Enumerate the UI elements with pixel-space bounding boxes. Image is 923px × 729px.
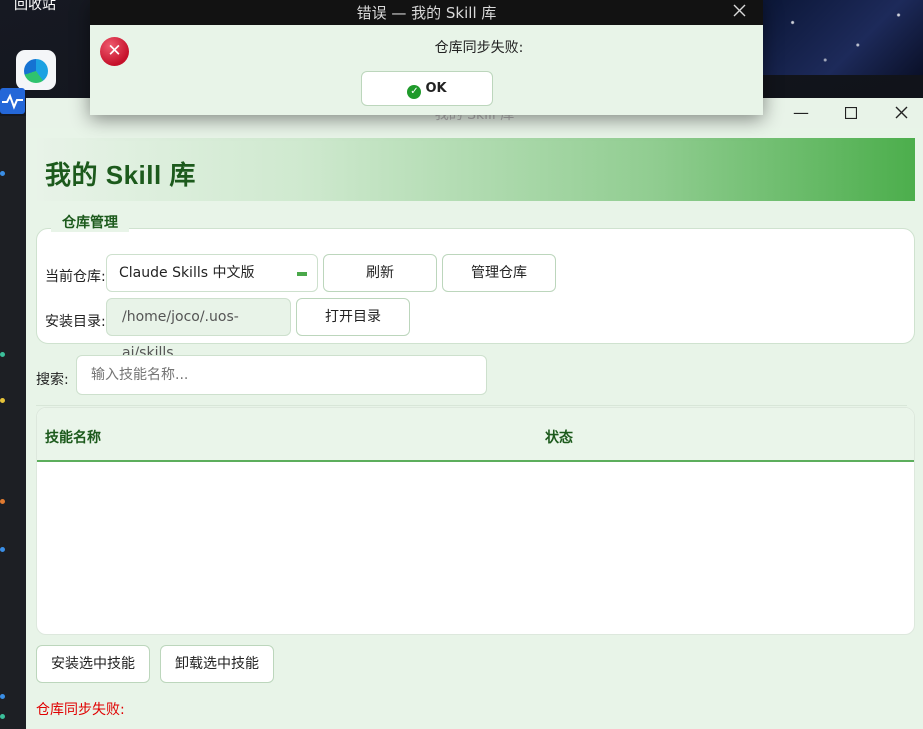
background-dot — [0, 352, 5, 357]
background-dot — [0, 714, 5, 719]
close-icon[interactable] — [889, 101, 913, 125]
maximize-icon[interactable] — [839, 101, 863, 125]
close-icon[interactable] — [728, 0, 750, 22]
search-input[interactable] — [76, 355, 487, 395]
system-monitor-icon[interactable] — [0, 88, 25, 114]
column-status[interactable]: 状态 — [545, 427, 573, 447]
dialog-title: 错误 — 我的 Skill 库 — [356, 4, 497, 22]
background-dot — [0, 499, 5, 504]
page-title: 我的 Skill 库 — [45, 160, 196, 190]
install-dir-label: 安装目录: — [45, 314, 106, 330]
dialog-message: 仓库同步失败: — [434, 40, 524, 56]
dropdown-indicator-icon[interactable] — [297, 272, 307, 276]
background-dot — [0, 171, 5, 176]
skill-library-window: 我的 Skill 库 — 我的 Skill 库 仓库管理 当前仓库: Claud… — [26, 98, 923, 729]
divider — [36, 405, 907, 406]
group-title: 仓库管理 — [51, 212, 129, 232]
error-dialog: 错误 — 我的 Skill 库 ✕ 仓库同步失败: ✓ OK — [90, 0, 763, 115]
manage-repo-button[interactable]: 管理仓库 — [442, 254, 556, 292]
header-banner: 我的 Skill 库 — [37, 138, 915, 201]
checkmark-icon: ✓ — [407, 85, 422, 99]
skills-table[interactable]: 技能名称 状态 — [36, 407, 915, 635]
repo-select-value: Claude Skills 中文版 — [119, 265, 255, 281]
current-repo-label: 当前仓库: — [45, 269, 106, 285]
dialog-titlebar[interactable]: 错误 — 我的 Skill 库 — [90, 0, 763, 25]
ok-button-label: OK — [425, 81, 447, 96]
background-dot — [0, 398, 5, 403]
install-selected-button[interactable]: 安装选中技能 — [36, 645, 150, 683]
background-dot — [0, 694, 5, 699]
background-app-window — [0, 116, 26, 729]
table-header: 技能名称 状态 — [37, 408, 914, 462]
status-message: 仓库同步失败: — [36, 702, 125, 718]
repo-select[interactable]: Claude Skills 中文版 — [106, 254, 318, 292]
desktop-icon-label[interactable]: 回收站 — [14, 0, 56, 14]
background-dot — [0, 547, 5, 552]
minimize-icon[interactable]: — — [789, 101, 813, 125]
browser-app-icon[interactable] — [16, 50, 56, 90]
ok-button[interactable]: ✓ OK — [361, 71, 493, 106]
uninstall-selected-button[interactable]: 卸载选中技能 — [160, 645, 274, 683]
column-skill-name[interactable]: 技能名称 — [45, 427, 101, 447]
open-dir-button[interactable]: 打开目录 — [296, 298, 410, 336]
install-dir-field[interactable]: /home/joco/.uos-ai/skills — [106, 298, 291, 361]
search-label: 搜索: — [36, 372, 69, 388]
refresh-button[interactable]: 刷新 — [323, 254, 437, 292]
